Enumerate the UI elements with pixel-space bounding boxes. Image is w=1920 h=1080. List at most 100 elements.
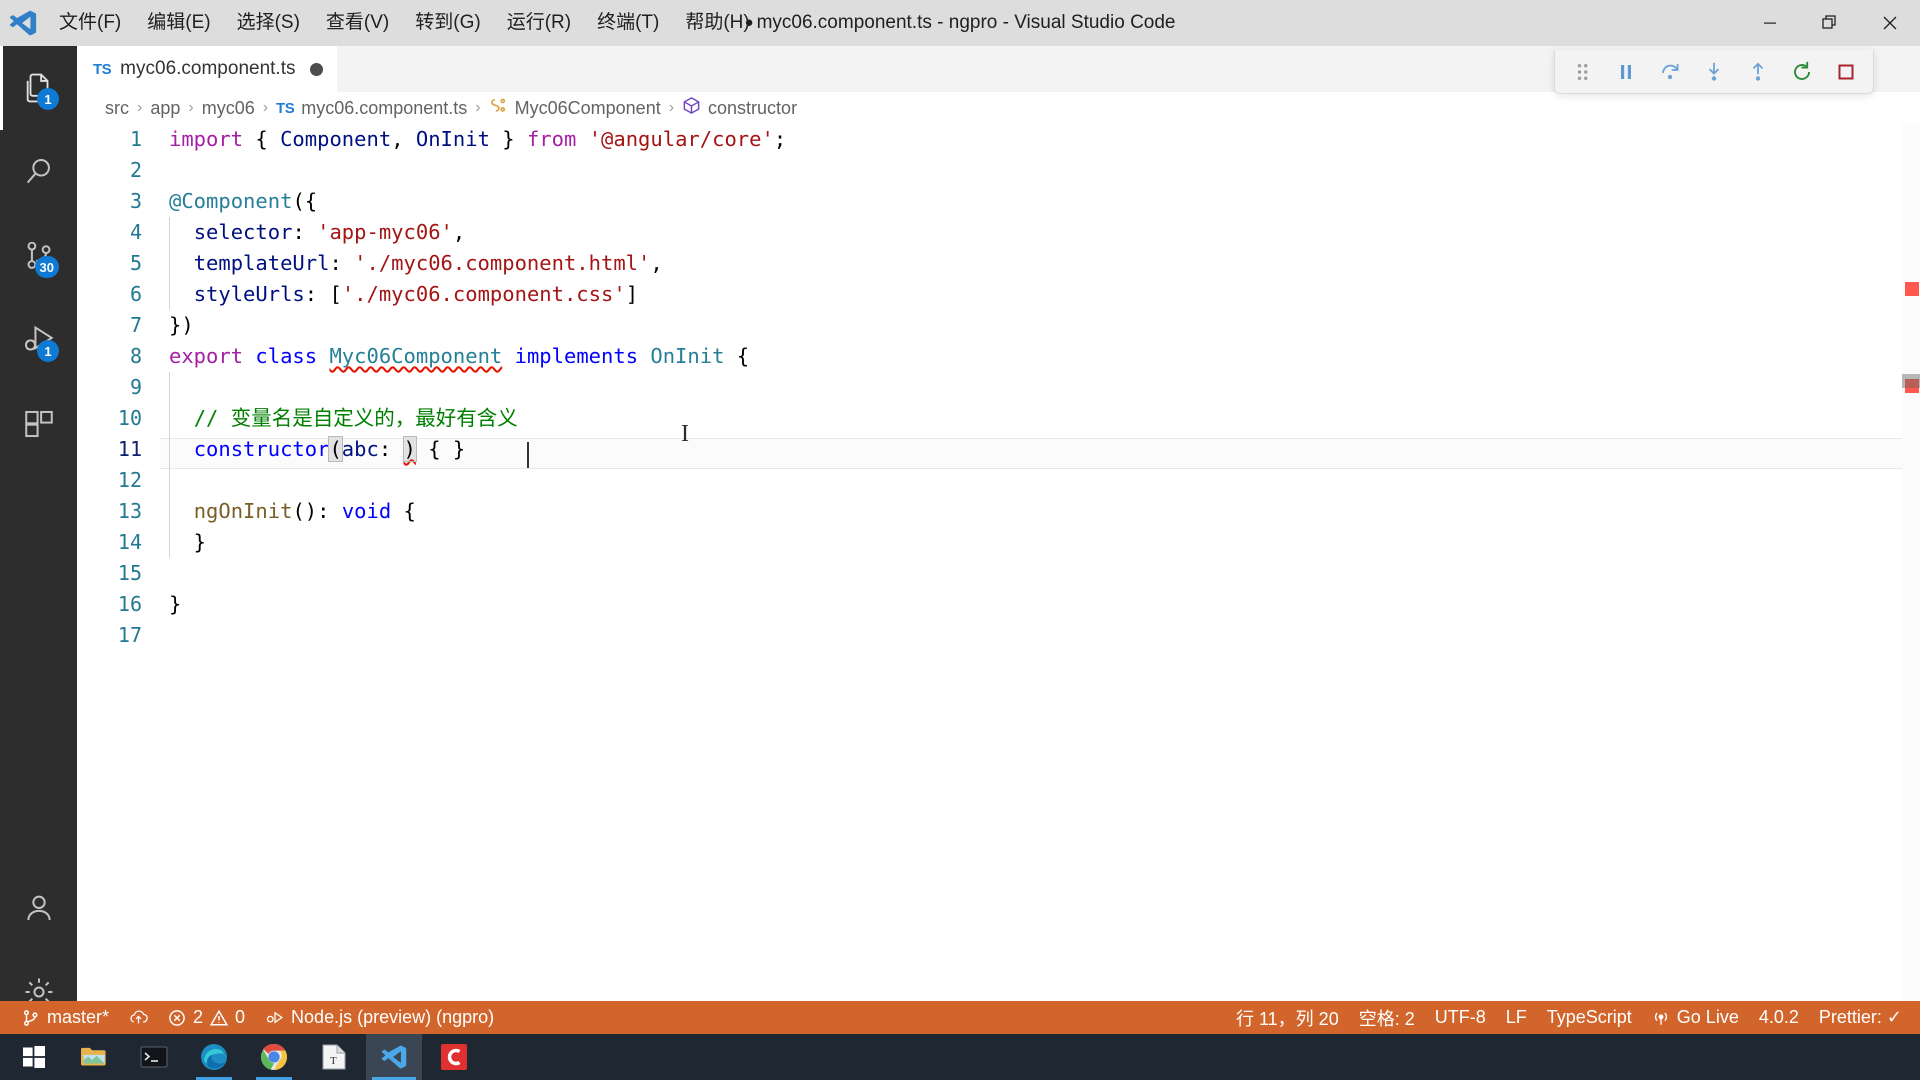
title-bar: 文件(F) 编辑(E) 选择(S) 查看(V) 转到(G) 运行(R) 终端(T… xyxy=(0,0,1920,46)
maximize-restore-button[interactable] xyxy=(1800,0,1860,46)
code-line[interactable]: 13 ngOnInit(): void { xyxy=(77,496,1920,527)
window-controls[interactable] xyxy=(1740,0,1920,46)
scrollbar-thumb[interactable] xyxy=(1902,374,1920,388)
mouse-text-cursor: I xyxy=(681,421,689,447)
status-branch[interactable]: master* xyxy=(12,1001,119,1034)
debug-stop-button[interactable] xyxy=(1825,54,1867,90)
status-language-mode[interactable]: TypeScript xyxy=(1537,1001,1642,1034)
status-indentation[interactable]: 空格: 2 xyxy=(1349,1001,1425,1034)
status-eol[interactable]: LF xyxy=(1496,1001,1537,1034)
taskbar-text-editor[interactable]: T xyxy=(306,1034,362,1080)
breadcrumb-src[interactable]: src xyxy=(101,98,133,119)
debug-step-out-button[interactable] xyxy=(1737,54,1779,90)
code-line[interactable]: 1 import { Component, OnInit } from '@ang… xyxy=(77,124,1920,155)
code-token: './myc06.component.html' xyxy=(354,251,651,275)
taskbar-terminal[interactable] xyxy=(126,1034,182,1080)
line-content[interactable]: templateUrl: './myc06.component.html', xyxy=(160,248,1920,279)
code-editor[interactable]: 1 import { Component, OnInit } from '@ang… xyxy=(77,124,1920,1030)
breadcrumb-myc06[interactable]: myc06 xyxy=(198,98,259,119)
line-content[interactable]: // 变量名是自定义的，最好有含义 xyxy=(160,403,1920,434)
code-line[interactable]: 10 // 变量名是自定义的，最好有含义 xyxy=(77,403,1920,434)
status-cursor-position[interactable]: 行 11，列 20 xyxy=(1226,1001,1349,1034)
tab-dirty-indicator[interactable] xyxy=(310,62,324,76)
line-content[interactable]: @Component({ xyxy=(160,186,1920,217)
line-content[interactable]: import { Component, OnInit } from '@angu… xyxy=(160,124,1920,155)
status-debug-target[interactable]: Node.js (preview) (ngpro) xyxy=(255,1001,504,1034)
activity-run-debug[interactable]: 1 xyxy=(0,298,77,382)
menu-edit[interactable]: 编辑(E) xyxy=(134,0,223,46)
code-line[interactable]: 4 selector: 'app-myc06', xyxy=(77,217,1920,248)
breadcrumb-separator: › xyxy=(188,99,194,116)
status-prettier[interactable]: Prettier: ✓ xyxy=(1809,1001,1912,1034)
line-content[interactable]: selector: 'app-myc06', xyxy=(160,217,1920,248)
taskbar-vscode[interactable] xyxy=(366,1034,422,1080)
breadcrumb-file[interactable]: TS myc06.component.ts xyxy=(272,98,471,119)
line-content[interactable]: styleUrls: ['./myc06.component.css'] xyxy=(160,279,1920,310)
taskbar-file-explorer[interactable] xyxy=(66,1034,122,1080)
activity-accounts[interactable] xyxy=(0,866,77,950)
code-token: ) xyxy=(402,436,417,462)
code-line[interactable]: 15 xyxy=(77,558,1920,589)
code-line[interactable]: 5 templateUrl: './myc06.component.html', xyxy=(77,248,1920,279)
taskbar-start-button[interactable] xyxy=(6,1034,62,1080)
code-line[interactable]: 9 xyxy=(77,372,1920,403)
debug-restart-button[interactable] xyxy=(1781,54,1823,90)
activity-explorer[interactable]: 1 xyxy=(0,46,77,130)
menu-file[interactable]: 文件(F) xyxy=(46,0,134,46)
overview-error-marker[interactable] xyxy=(1905,282,1919,296)
close-button[interactable] xyxy=(1860,0,1920,46)
ts-file-icon: TS xyxy=(276,99,295,117)
tab-myc06-component-ts[interactable]: TS myc06.component.ts xyxy=(77,46,339,92)
line-content[interactable]: } xyxy=(160,527,1920,558)
breadcrumb-constructor[interactable]: constructor xyxy=(678,96,801,120)
code-token: Component xyxy=(181,189,293,213)
line-content[interactable] xyxy=(160,558,1920,589)
activity-source-control[interactable]: 30 xyxy=(0,214,77,298)
code-line[interactable]: 6 styleUrls: ['./myc06.component.css'] xyxy=(77,279,1920,310)
menu-selection[interactable]: 选择(S) xyxy=(224,0,313,46)
line-content[interactable]: }) xyxy=(160,310,1920,341)
taskbar-app-c[interactable] xyxy=(426,1034,482,1080)
breadcrumb-app[interactable]: app xyxy=(146,98,184,119)
status-sync[interactable] xyxy=(119,1001,158,1034)
line-content[interactable]: export class Myc06Component implements O… xyxy=(160,341,1920,372)
status-version[interactable]: 4.0.2 xyxy=(1749,1001,1809,1034)
activity-extensions[interactable] xyxy=(0,382,77,466)
taskbar-edge[interactable] xyxy=(186,1034,242,1080)
code-line[interactable]: 3 @Component({ xyxy=(77,186,1920,217)
line-content[interactable] xyxy=(160,155,1920,186)
code-line[interactable]: 14 } xyxy=(77,527,1920,558)
overview-ruler[interactable] xyxy=(1902,124,1920,1030)
line-content[interactable] xyxy=(160,620,1920,651)
minimize-button[interactable] xyxy=(1740,0,1800,46)
menu-goto[interactable]: 转到(G) xyxy=(402,0,493,46)
breadcrumb-class[interactable]: Myc06Component xyxy=(485,96,665,120)
menu-view[interactable]: 查看(V) xyxy=(313,0,402,46)
line-content[interactable]: constructor(abc: ) { } xyxy=(160,434,1920,465)
code-line[interactable]: 2 xyxy=(77,155,1920,186)
status-problems[interactable]: 2 0 xyxy=(158,1001,255,1034)
code-line[interactable]: 11 constructor(abc: ) { } xyxy=(77,434,1920,465)
menu-bar[interactable]: 文件(F) 编辑(E) 选择(S) 查看(V) 转到(G) 运行(R) 终端(T… xyxy=(46,0,763,46)
line-content[interactable] xyxy=(160,372,1920,403)
activity-search[interactable] xyxy=(0,130,77,214)
code-line[interactable]: 16} xyxy=(77,589,1920,620)
code-line[interactable]: 17 xyxy=(77,620,1920,651)
menu-help[interactable]: 帮助(H) xyxy=(672,0,762,46)
taskbar-chrome[interactable] xyxy=(246,1034,302,1080)
code-line[interactable]: 7}) xyxy=(77,310,1920,341)
line-content[interactable] xyxy=(160,465,1920,496)
line-content[interactable]: } xyxy=(160,589,1920,620)
code-line[interactable]: 8 export class Myc06Component implements … xyxy=(77,341,1920,372)
debug-pause-button[interactable] xyxy=(1605,54,1647,90)
line-content[interactable]: ngOnInit(): void { xyxy=(160,496,1920,527)
status-encoding[interactable]: UTF-8 xyxy=(1425,1001,1496,1034)
status-go-live[interactable]: Go Live xyxy=(1642,1001,1749,1034)
code-line[interactable]: 12 xyxy=(77,465,1920,496)
debug-step-into-button[interactable] xyxy=(1693,54,1735,90)
code-lines[interactable]: 1 import { Component, OnInit } from '@ang… xyxy=(77,124,1920,651)
debug-step-over-button[interactable] xyxy=(1649,54,1691,90)
menu-run[interactable]: 运行(R) xyxy=(494,0,584,46)
menu-terminal[interactable]: 终端(T) xyxy=(584,0,672,46)
debug-drag-handle[interactable] xyxy=(1561,54,1603,90)
